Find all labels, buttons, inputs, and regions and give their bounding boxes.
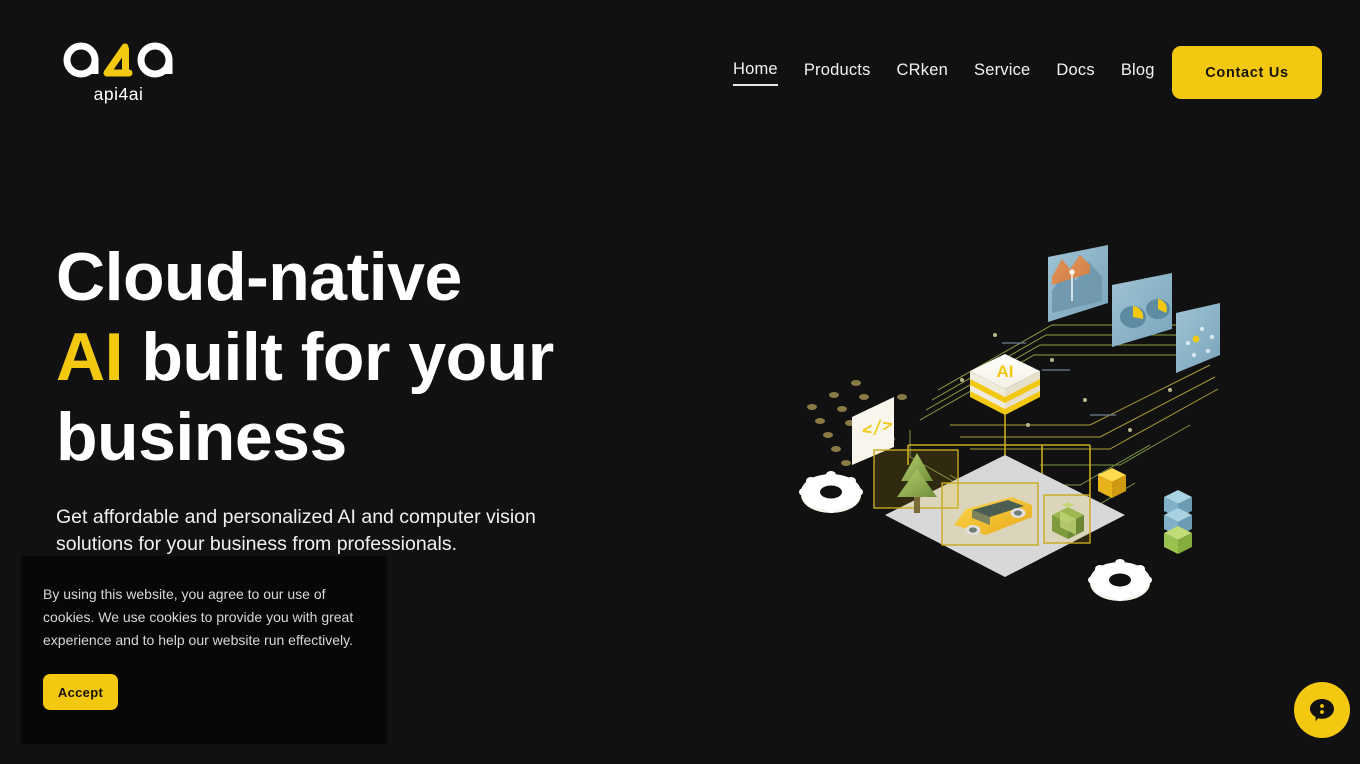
nav-item-home[interactable]: Home	[733, 60, 778, 86]
ai-cube-label: AI	[997, 362, 1014, 381]
dashboard-panel-pie-chart	[1112, 273, 1172, 347]
gear-left	[799, 471, 863, 513]
site-header: api4ai Home Products CRken Service Docs …	[0, 0, 1360, 145]
hero-title-line-1: Cloud-native	[56, 239, 462, 315]
stacked-cubes	[1164, 490, 1192, 554]
chat-bubble-icon	[1310, 699, 1334, 722]
nav-item-products[interactable]: Products	[804, 61, 871, 85]
nav-item-docs[interactable]: Docs	[1056, 61, 1094, 85]
hero-subtitle: Get affordable and personalized AI and c…	[56, 506, 536, 555]
hero-title-line-3: business	[56, 399, 347, 475]
contact-us-button[interactable]: Contact Us	[1172, 46, 1322, 99]
isometric-scene-svg: </> AI	[799, 245, 1220, 601]
nav-item-crken[interactable]: CRken	[897, 61, 948, 85]
page-root: api4ai Home Products CRken Service Docs …	[0, 0, 1360, 764]
hero-title-accent: AI	[56, 319, 124, 395]
logo-wordmark: api4ai	[93, 84, 144, 104]
hero-title-line-2: built for your	[123, 319, 554, 395]
gear-bottom	[1088, 559, 1152, 601]
nav-item-service[interactable]: Service	[974, 61, 1030, 85]
logo-a4a-icon	[63, 42, 172, 78]
cookie-consent-text: By using this website, you agree to our …	[43, 586, 354, 648]
page-title: Cloud-native AI built for your business	[56, 237, 676, 477]
nav-item-blog[interactable]: Blog	[1121, 61, 1155, 85]
dashboard-panel-area-chart	[1048, 245, 1108, 322]
gift-box	[1043, 494, 1091, 544]
ai-cube: AI	[970, 354, 1040, 415]
main-navigation: Home Products CRken Service Docs Blog	[733, 60, 1155, 86]
cookie-consent-banner: By using this website, you agree to our …	[21, 556, 387, 744]
hero-illustration: </> AI	[790, 225, 1220, 610]
logo[interactable]: api4ai	[56, 36, 181, 106]
cookie-accept-button[interactable]: Accept	[43, 674, 118, 710]
chat-widget-button[interactable]	[1294, 682, 1350, 738]
car	[941, 482, 1039, 546]
dashboard-panel-scatter	[1176, 303, 1220, 373]
